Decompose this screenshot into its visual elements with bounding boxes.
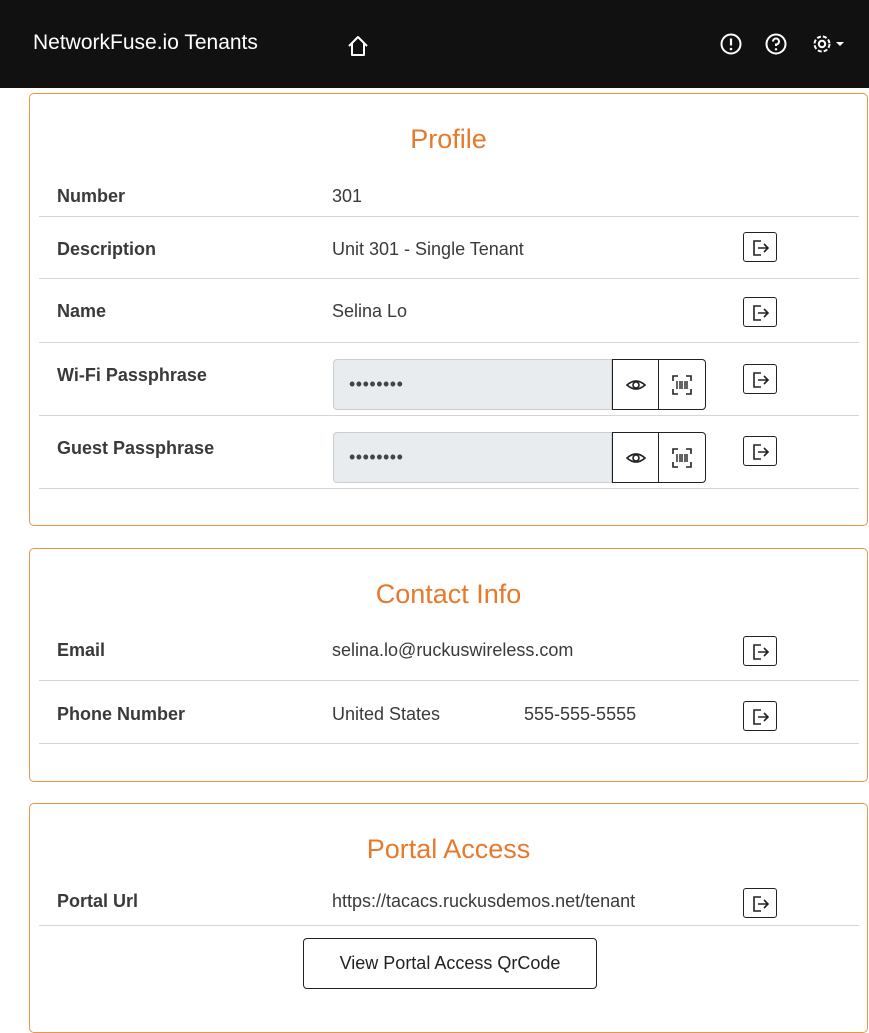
wifi-qr-button[interactable]: [658, 359, 706, 410]
divider: [39, 488, 859, 489]
divider: [39, 925, 859, 926]
phone-country-value: United States: [332, 704, 441, 724]
guest-show-passphrase-button[interactable]: [612, 432, 659, 483]
eye-icon: [625, 380, 647, 390]
edit-icon: [753, 444, 770, 460]
name-value: Selina Lo: [332, 301, 408, 321]
portal-url-label: Portal Url: [57, 891, 139, 911]
guest-passphrase-group: ••••••••: [333, 432, 706, 483]
alert-icon[interactable]: [719, 32, 743, 56]
edit-icon: [753, 644, 770, 660]
top-nav-bar: NetworkFuse.io Tenants: [0, 0, 869, 88]
divider: [39, 278, 859, 279]
portal-access-title: Portal Access: [366, 834, 531, 864]
edit-icon: [753, 372, 770, 388]
profile-title: Profile: [410, 124, 487, 154]
divider: [39, 342, 859, 343]
caret-down-icon: [836, 42, 844, 46]
edit-portal-url-button[interactable]: [743, 888, 777, 918]
divider: [39, 680, 859, 681]
wifi-passphrase-input[interactable]: ••••••••: [333, 359, 612, 410]
edit-icon: [753, 240, 770, 256]
guest-qr-button[interactable]: [658, 432, 706, 483]
email-label: Email: [57, 640, 106, 660]
divider: [39, 216, 859, 217]
portal-url-value[interactable]: https://tacacs.ruckusdemos.net/tenant: [332, 891, 635, 912]
edit-email-button[interactable]: [743, 636, 777, 666]
edit-guest-passphrase-button[interactable]: [743, 436, 777, 466]
edit-icon: [753, 896, 770, 912]
contact-info-card: Contact Info Email selina.lo@ruckuswirel…: [29, 548, 868, 782]
portal-access-card: Portal Access Portal Url https://tacacs.…: [29, 803, 868, 1033]
help-icon[interactable]: [764, 32, 788, 56]
guest-passphrase-input[interactable]: ••••••••: [333, 432, 612, 483]
wifi-show-passphrase-button[interactable]: [612, 359, 659, 410]
view-qr-code-button[interactable]: View Portal Access QrCode: [303, 938, 597, 989]
description-value: Unit 301 - Single Tenant: [332, 239, 524, 259]
description-label: Description: [57, 239, 157, 259]
divider: [39, 743, 859, 744]
wifi-passphrase-group: ••••••••: [333, 359, 706, 410]
edit-wifi-passphrase-button[interactable]: [743, 364, 777, 394]
settings-menu[interactable]: [810, 32, 848, 56]
eye-icon: [625, 453, 647, 463]
phone-number-value: 555-555-5555: [524, 704, 637, 724]
name-label: Name: [57, 301, 107, 321]
home-icon[interactable]: [345, 33, 371, 59]
guest-passphrase-label: Guest Passphrase: [57, 438, 215, 458]
settings-icon: [813, 35, 831, 53]
divider: [39, 415, 859, 416]
contact-info-title: Contact Info: [375, 579, 522, 609]
edit-icon: [753, 305, 770, 321]
qr-scan-icon: [672, 375, 692, 395]
qr-scan-icon: [672, 448, 692, 468]
number-value: 301: [332, 186, 363, 206]
profile-card: Profile Number 301 Description Unit 301 …: [29, 93, 868, 526]
app-title[interactable]: NetworkFuse.io Tenants: [33, 31, 258, 55]
number-label: Number: [57, 186, 126, 206]
email-value: selina.lo@ruckuswireless.com: [332, 640, 574, 660]
edit-name-button[interactable]: [743, 297, 777, 327]
phone-number-label: Phone Number: [57, 704, 186, 724]
wifi-passphrase-label: Wi-Fi Passphrase: [57, 365, 207, 385]
edit-phone-button[interactable]: [743, 701, 777, 731]
edit-description-button[interactable]: [743, 232, 777, 262]
edit-icon: [753, 709, 770, 725]
